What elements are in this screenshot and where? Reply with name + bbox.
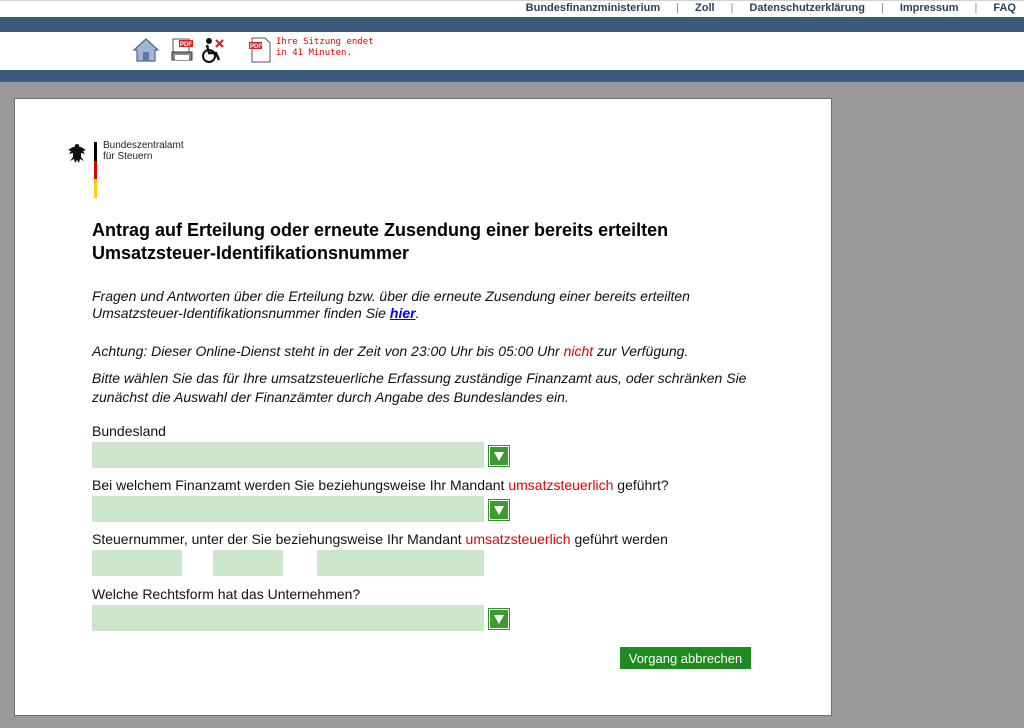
warning-text-end: zur Verfügung. [597, 343, 689, 359]
availability-warning: Achtung: Dieser Online-Dienst steht in d… [92, 343, 782, 360]
finanzamt-label-text: Bei welchem Finanzamt werden Sie beziehu… [92, 477, 505, 493]
link-faq[interactable]: FAQ [977, 2, 1016, 14]
finanzamt-dropdown-button[interactable] [488, 499, 510, 521]
rechtsform-label: Welche Rechtsform hat das Unternehmen? [92, 586, 361, 602]
steuernummer-label-end: geführt werden [574, 531, 668, 547]
link-datenschutz[interactable]: Datenschutzerklärung [733, 2, 881, 14]
logo-line-1: Bundeszentralamt [103, 140, 184, 151]
accessibility-icon[interactable] [198, 36, 226, 64]
header-stripe-top [0, 17, 1024, 32]
faq-paragraph: Fragen und Antworten über die Erteilung … [92, 288, 782, 322]
logo-line-2: für Steuern [103, 151, 153, 162]
chevron-down-icon [490, 501, 508, 519]
link-zoll[interactable]: Zoll [679, 2, 731, 14]
steuernummer-label-highlight: umsatzsteuerlich [465, 531, 571, 547]
form-panel: Bundeszentralamt für Steuern Antrag auf … [14, 98, 832, 716]
german-flag-bar [94, 142, 97, 198]
session-line-1: Ihre Sitzung endet [276, 37, 374, 47]
steuernummer-label: Steuernummer, unter der Sie beziehungswe… [92, 531, 668, 547]
faq-link-hier[interactable]: hier [390, 305, 416, 321]
header-stripe-bottom [0, 70, 1024, 82]
finanzamt-select[interactable] [92, 496, 484, 522]
svg-text:PDF: PDF [180, 42, 192, 48]
cancel-process-button[interactable]: Vorgang abbrechen [620, 647, 751, 669]
bundesland-select[interactable] [92, 442, 484, 468]
finanzamt-label: Bei welchem Finanzamt werden Sie beziehu… [92, 477, 669, 493]
rechtsform-dropdown-button[interactable] [488, 608, 510, 630]
rechtsform-select[interactable] [92, 605, 484, 631]
session-timer: Ihre Sitzung endet in 41 Minuten. [276, 37, 374, 59]
logo-text: Bundeszentralamt für Steuern [103, 140, 223, 162]
top-links: Bundesfinanzministerium | Zoll | Datensc… [510, 2, 1016, 14]
steuernummer-label-text: Steuernummer, unter der Sie beziehungswe… [92, 531, 462, 547]
steuernummer-part-3[interactable] [317, 550, 484, 576]
steuernummer-part-2[interactable] [213, 550, 283, 576]
bundesland-label: Bundesland [92, 423, 166, 439]
finanzamt-label-end: geführt? [617, 477, 669, 493]
instructions-paragraph: Bitte wählen Sie das für Ihre umsatzsteu… [92, 370, 747, 405]
toolbar: PDF PDF Ihre Sitzung endet in 41 Minuten… [0, 32, 1024, 70]
page-title: Antrag auf Erteilung oder erneute Zusend… [92, 220, 669, 263]
finanzamt-label-highlight: umsatzsteuerlich [508, 477, 614, 493]
bundesland-dropdown-button[interactable] [488, 445, 510, 467]
chevron-down-icon [490, 610, 508, 628]
pdf-print-icon[interactable]: PDF [169, 36, 197, 64]
faq-end: . [415, 305, 420, 321]
chevron-down-icon [490, 447, 508, 465]
link-impressum[interactable]: Impressum [884, 2, 975, 14]
top-link-bar: Bundesfinanzministerium | Zoll | Datensc… [0, 0, 1024, 18]
steuernummer-part-1[interactable] [92, 550, 182, 576]
link-bundesfinanzministerium[interactable]: Bundesfinanzministerium [510, 2, 676, 14]
federal-eagle-icon [68, 144, 86, 163]
session-line-2: in 41 Minuten. [276, 48, 352, 58]
warning-text: Achtung: Dieser Online-Dienst steht in d… [92, 343, 560, 359]
svg-text:PDF: PDF [250, 44, 262, 50]
pdf-document-icon[interactable]: PDF [246, 36, 274, 64]
warning-highlight: nicht [563, 343, 594, 359]
home-icon[interactable] [132, 36, 160, 64]
